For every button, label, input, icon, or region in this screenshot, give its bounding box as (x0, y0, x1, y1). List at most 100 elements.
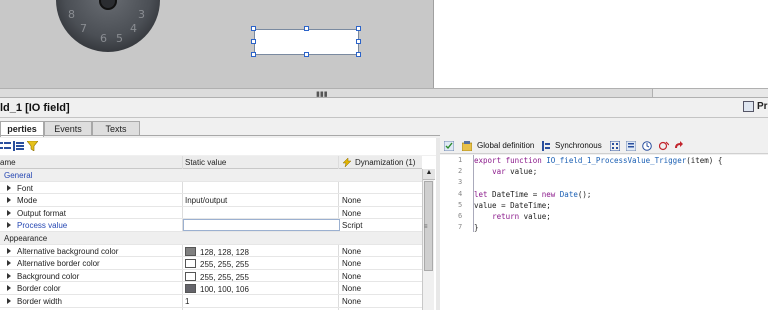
clock-icon[interactable] (642, 141, 652, 151)
static-value: 100, 100, 106 (200, 285, 249, 295)
code-line[interactable]: 3 (440, 177, 768, 188)
property-row[interactable]: Alternative border color 255, 255, 255 Non… (0, 257, 422, 270)
expand-arrow-icon[interactable] (7, 197, 11, 204)
expand-arrow-icon[interactable] (7, 184, 11, 191)
scroll-up-arrow-icon[interactable]: ▲ (423, 169, 435, 180)
filter-icon[interactable] (27, 141, 38, 151)
resize-handle[interactable] (356, 26, 361, 31)
line-number: 4 (458, 189, 463, 198)
color-swatch[interactable] (185, 271, 196, 281)
color-swatch[interactable] (185, 246, 196, 256)
object-list-icon[interactable] (626, 141, 636, 151)
dynamization-value[interactable]: None (342, 247, 361, 256)
synchronous-button[interactable]: Synchronous (555, 141, 602, 150)
expand-arrow-icon[interactable] (7, 285, 11, 292)
convert-script-icon[interactable] (674, 141, 684, 151)
property-name: Output format (17, 208, 66, 218)
gauge-widget[interactable]: 7 6 5 4 3 8 (56, 0, 160, 52)
dynamization-value[interactable]: None (342, 297, 361, 306)
property-group-row[interactable]: Appearance (0, 231, 422, 245)
gauge-number: 5 (116, 32, 123, 45)
color-swatch[interactable] (185, 259, 196, 269)
properties-tab-button[interactable]: Pr (743, 101, 768, 116)
code-line[interactable]: 6 return value; (440, 211, 768, 222)
tab-texts[interactable]: Texts (92, 121, 140, 136)
snippets-icon[interactable] (610, 141, 620, 151)
property-row[interactable]: Output format None (0, 207, 422, 220)
properties-icon (743, 101, 754, 112)
script-toolbar: Global definition Synchronous (440, 138, 768, 154)
property-name: Border width (17, 296, 62, 306)
categorized-view-icon[interactable] (13, 141, 24, 151)
global-definition-icon[interactable] (462, 141, 472, 151)
expand-arrow-icon[interactable] (7, 260, 11, 267)
horizontal-splitter[interactable]: ▮▮▮ (0, 88, 768, 98)
side-panel (433, 0, 768, 88)
property-name: Background color (17, 271, 80, 281)
tab-events[interactable]: Events (44, 121, 92, 136)
code-line[interactable]: 5 value = DateTime; (440, 200, 768, 211)
code-line[interactable]: 2 var value; (440, 166, 768, 177)
static-value-cell[interactable]: 1 (185, 297, 189, 306)
column-header-static[interactable]: Static value (185, 158, 226, 167)
resize-handle[interactable] (251, 26, 256, 31)
resize-handle[interactable] (304, 26, 309, 31)
script-check-icon[interactable] (444, 141, 454, 151)
code-line[interactable]: 7} (440, 222, 768, 233)
property-row[interactable]: Border color 100, 100, 106 None (0, 282, 422, 295)
expand-arrow-icon[interactable] (7, 272, 11, 279)
static-value-cell[interactable]: Input/output (185, 196, 227, 205)
dynamization-value[interactable]: None (342, 272, 361, 281)
splitter-grip-icon[interactable]: ▮▮▮ (316, 90, 328, 98)
property-group-row[interactable]: General (0, 169, 422, 182)
property-row[interactable]: Font (0, 182, 422, 195)
resize-handle[interactable] (356, 39, 361, 44)
grid-vertical-scrollbar[interactable]: ▲ (422, 169, 435, 310)
property-row[interactable]: Process value Script (0, 219, 422, 232)
tab-label: Texts (105, 124, 127, 134)
script-editor[interactable]: 1 export function IO_field_1_ProcessValue… (440, 155, 768, 310)
tab-divider (0, 135, 440, 136)
global-definition-button[interactable]: Global definition (477, 141, 534, 150)
dynamization-value[interactable]: None (342, 284, 361, 293)
line-number: 1 (458, 156, 463, 164)
screen-canvas[interactable]: 7 6 5 4 3 8 (0, 0, 433, 88)
dynamization-value[interactable]: None (342, 209, 361, 218)
column-header-name[interactable]: ame (0, 158, 16, 167)
remove-script-icon[interactable] (659, 141, 669, 151)
static-value-cell[interactable]: 128, 128, 128 (185, 246, 249, 257)
property-row[interactable]: Alternative background color 128, 128, 12… (0, 245, 422, 258)
static-value-cell[interactable]: 100, 100, 106 (185, 284, 249, 294)
process-value-cell[interactable] (183, 219, 340, 232)
list-view-icon[interactable] (0, 141, 11, 151)
synchronous-icon[interactable] (541, 141, 551, 151)
static-value: 255, 255, 255 (200, 260, 249, 270)
code-line[interactable]: 1 export function IO_field_1_ProcessValue… (440, 155, 768, 166)
properties-tab-label: Pr (757, 101, 768, 113)
gauge-number: 7 (80, 22, 87, 35)
gauge-hub (99, 0, 117, 10)
dynamization-value[interactable]: Script (342, 221, 362, 230)
property-row[interactable]: Border width 1 None (0, 295, 422, 308)
dynamization-value[interactable]: None (342, 259, 361, 268)
property-row[interactable]: Mode Input/output None (0, 194, 422, 207)
resize-handle[interactable] (251, 39, 256, 44)
resize-handle[interactable] (251, 52, 256, 57)
property-row[interactable]: Background color 255, 255, 255 None (0, 270, 422, 283)
code-line[interactable]: 4 let DateTime = new Date(); (440, 189, 768, 200)
static-value-cell[interactable]: 255, 255, 255 (185, 271, 249, 282)
resize-handle[interactable] (304, 52, 309, 57)
resize-handle[interactable] (356, 52, 361, 57)
expand-arrow-icon[interactable] (7, 209, 11, 216)
script-marker-icon: ≡ (424, 224, 428, 230)
color-swatch[interactable] (185, 284, 196, 294)
scrollbar-track[interactable] (652, 89, 768, 97)
dynamization-value[interactable]: None (342, 196, 361, 205)
expand-arrow-icon[interactable] (7, 222, 11, 229)
tab-label: perties (7, 124, 37, 134)
expand-arrow-icon[interactable] (7, 247, 11, 254)
column-header-dynamization[interactable]: Dynamization (1) (355, 158, 415, 167)
code-text: let DateTime = new Date(); (474, 189, 592, 199)
expand-arrow-icon[interactable] (7, 297, 11, 304)
static-value-cell[interactable]: 255, 255, 255 (185, 259, 249, 269)
